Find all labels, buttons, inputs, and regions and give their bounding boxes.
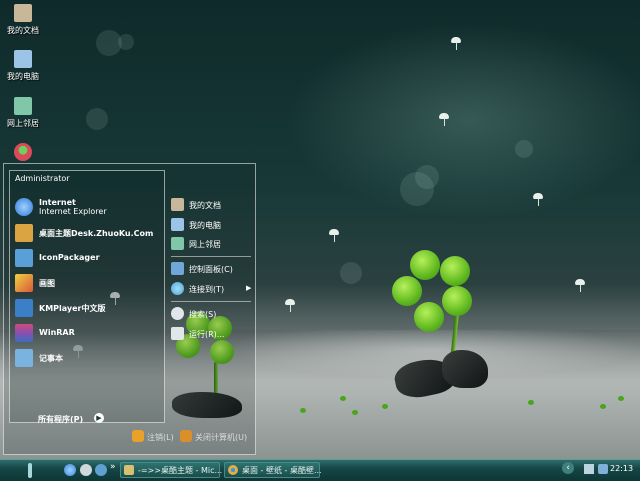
program-internet-explorer[interactable]: Internet Internet Explorer (13, 196, 163, 218)
chrome-window-icon (228, 465, 238, 475)
recycle-plant-icon (14, 143, 32, 161)
menu-separator (171, 256, 251, 257)
taskbar-button-wallpaper[interactable]: 桌面 - 壁纸 - 桌酷壁... (224, 462, 322, 478)
program-iconpackager[interactable]: IconPackager (13, 247, 163, 269)
ie-quicklaunch-icon[interactable] (64, 464, 76, 476)
taskbar: » -=>>桌酷主题 - Mic... 桌面 - 壁纸 - 桌酷壁... ‹ 2… (0, 459, 640, 481)
shut-down-icon[interactable] (180, 430, 192, 442)
user-name: Administrator (15, 174, 70, 183)
program-title: IconPackager (39, 253, 100, 262)
my-computer-icon (171, 218, 184, 231)
desktop-icon-my-computer[interactable]: 我的电脑 (0, 50, 46, 82)
my-computer-icon (14, 50, 32, 68)
all-programs-button[interactable]: 所有程序(P) (38, 414, 83, 425)
program-kmplayer[interactable]: KMPlayer中文版 (13, 297, 163, 319)
iconpackager-icon (15, 249, 33, 267)
place-label: 连接到(T) (189, 285, 225, 294)
place-my-computer[interactable]: 我的电脑 (169, 217, 255, 233)
place-label: 网上邻居 (189, 240, 221, 249)
log-off-button[interactable]: 注销(L) (147, 432, 174, 443)
start-menu: Administrator Internet Internet Explorer… (3, 163, 256, 455)
show-desktop-icon[interactable] (80, 464, 92, 476)
program-paint[interactable]: 画图 (13, 272, 163, 294)
program-title: KMPlayer中文版 (39, 304, 106, 313)
desktop-icon-network-places[interactable]: 网上邻居 (0, 97, 46, 129)
notepad-icon (15, 349, 33, 367)
desktop-icon-my-documents[interactable]: 我的文档 (0, 4, 46, 36)
program-title: 记事本 (39, 354, 63, 363)
place-connect-to[interactable]: 连接到(T) ▶ (169, 281, 255, 297)
network-places-icon (14, 97, 32, 115)
program-title: 画图 (39, 279, 55, 288)
kmplayer-icon (15, 299, 33, 317)
my-documents-icon (14, 4, 32, 22)
taskbar-button-zhuoku-theme[interactable]: -=>>桌酷主题 - Mic... (120, 462, 223, 478)
winrar-icon (15, 324, 33, 342)
place-search[interactable]: 搜索(S) (169, 306, 255, 322)
clock: 22:13 (610, 464, 634, 473)
explorer-window-icon (124, 465, 134, 475)
program-title: WinRAR (39, 328, 75, 337)
place-label: 搜索(S) (189, 310, 217, 319)
place-label: 运行(R)... (189, 330, 225, 339)
place-label: 我的文档 (189, 201, 221, 210)
connect-to-icon (171, 282, 184, 295)
internet-explorer-icon (15, 198, 33, 216)
control-panel-icon (171, 262, 184, 275)
program-title: 桌面主题Desk.ZhuoKu.Com (39, 229, 154, 238)
shut-down-button[interactable]: 关闭计算机(U) (195, 432, 247, 443)
log-off-icon[interactable] (132, 430, 144, 442)
place-network-places[interactable]: 网上邻居 (169, 236, 255, 252)
program-desktop-theme[interactable]: 桌面主题Desk.ZhuoKu.Com (13, 222, 163, 244)
program-title: Internet (39, 198, 76, 207)
my-documents-icon (171, 198, 184, 211)
tray-expand-arrow-icon[interactable]: ‹ (562, 462, 574, 474)
place-control-panel[interactable]: 控制面板(C) (169, 261, 255, 277)
task-label: 桌面 - 壁纸 - 桌酷壁... (242, 466, 322, 475)
task-label: -=>>桌酷主题 - Mic... (138, 466, 223, 475)
desktop-theme-icon (15, 224, 33, 242)
place-label: 控制面板(C) (189, 265, 233, 274)
program-subtitle: Internet Explorer (39, 207, 107, 216)
program-winrar[interactable]: WinRAR (13, 322, 163, 344)
desktop-icon-label: 我的电脑 (7, 72, 39, 81)
desktop-icon-recycle[interactable] (0, 143, 46, 164)
menu-separator (171, 301, 251, 302)
place-run[interactable]: 运行(R)... (169, 326, 255, 342)
run-icon (171, 327, 184, 340)
paint-icon (15, 274, 33, 292)
search-icon (171, 307, 184, 320)
start-menu-programs-panel: Administrator Internet Internet Explorer… (9, 170, 165, 425)
desktop-icon-label: 网上邻居 (7, 119, 39, 128)
start-button[interactable] (22, 463, 38, 479)
place-my-documents[interactable]: 我的文档 (169, 197, 255, 213)
volume-tray-icon[interactable] (598, 464, 608, 474)
network-places-icon (171, 237, 184, 250)
submenu-arrow-icon: ▶ (246, 284, 252, 292)
quicklaunch-overflow[interactable]: » (110, 462, 116, 472)
place-label: 我的电脑 (189, 221, 221, 230)
program-notepad[interactable]: 记事本 (13, 347, 163, 369)
media-player-icon[interactable] (95, 464, 107, 476)
network-tray-icon[interactable] (584, 464, 594, 474)
arrow-right-icon[interactable]: ▶ (94, 413, 104, 423)
desktop-icon-label: 我的文档 (7, 26, 39, 35)
